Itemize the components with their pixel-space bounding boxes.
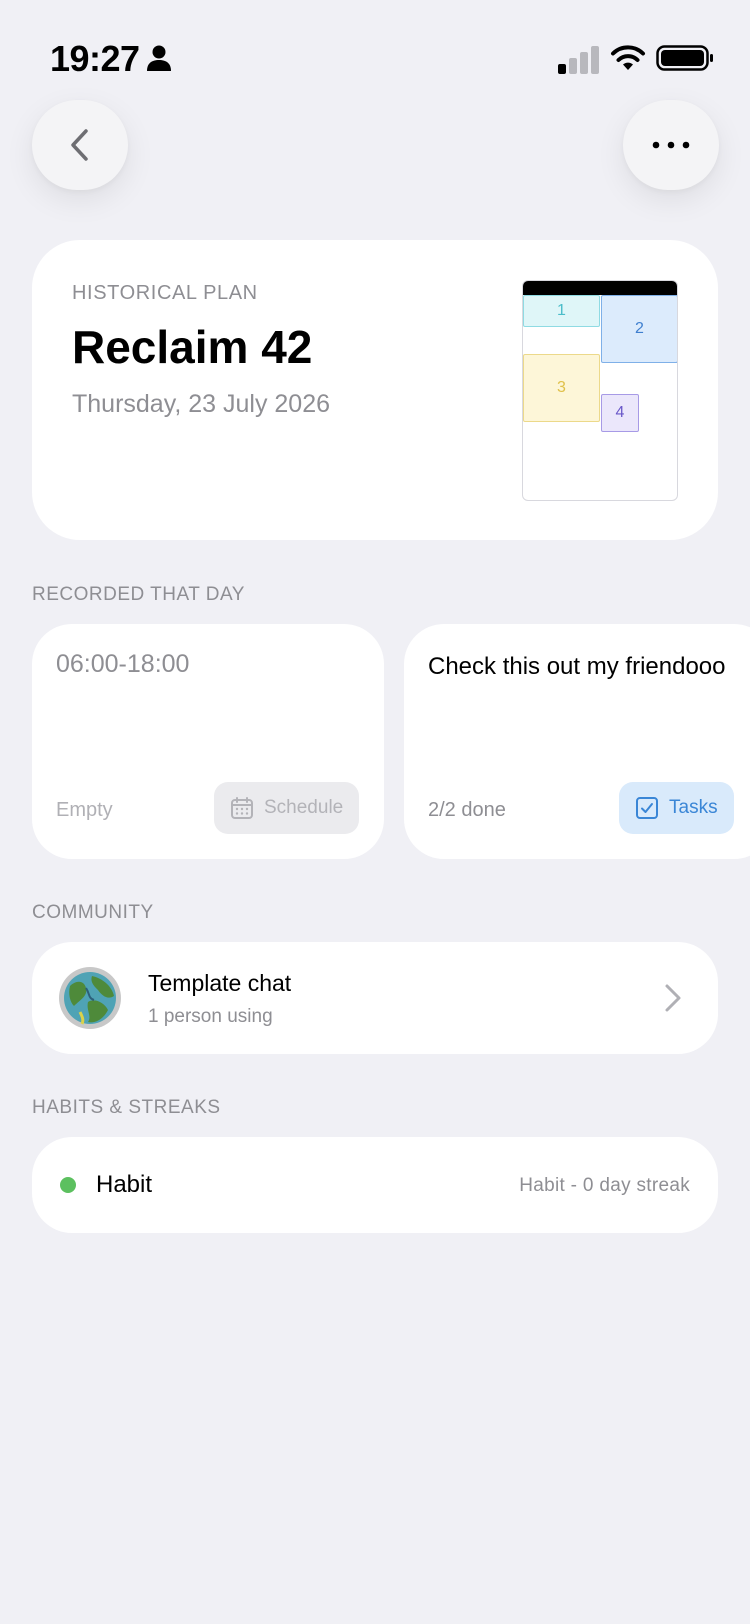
plan-block-2: 2 <box>601 295 677 363</box>
schedule-card[interactable]: 06:00-18:00 Empty Schedule <box>32 624 384 859</box>
tasks-note: Check this out my friendooo <box>428 653 726 680</box>
template-chat-row[interactable]: Template chat 1 person using <box>32 942 718 1054</box>
schedule-status: Empty <box>56 799 113 821</box>
plan-block-3: 3 <box>523 354 600 422</box>
section-label-community: COMMUNITY <box>32 902 154 923</box>
more-options-button[interactable] <box>623 100 719 190</box>
tasks-card[interactable]: Check this out my friendooo 2/2 done Tas… <box>404 624 750 859</box>
habit-status-dot <box>60 1177 76 1193</box>
chevron-left-icon <box>71 129 88 161</box>
habit-streak: Habit - 0 day streak <box>519 1175 690 1196</box>
plan-preview-thumbnail[interactable]: 1 2 3 4 <box>522 280 678 501</box>
plan-block-4: 4 <box>601 394 639 432</box>
battery-icon <box>656 45 713 71</box>
globe-avatar-icon <box>59 967 121 1029</box>
tasks-button-label: Tasks <box>669 797 718 818</box>
screen: 19:27 HISTORICAL PLAN Reclaim 42 Thursda… <box>0 0 750 1624</box>
section-label-habits: HABITS & STREAKS <box>32 1097 221 1118</box>
historical-plan-card: HISTORICAL PLAN Reclaim 42 Thursday, 23 … <box>32 240 718 540</box>
habit-name: Habit <box>96 1171 153 1198</box>
plan-date: Thursday, 23 July 2026 <box>72 390 331 418</box>
schedule-time-range: 06:00-18:00 <box>56 650 190 678</box>
plan-eyebrow: HISTORICAL PLAN <box>72 282 258 304</box>
back-button[interactable] <box>32 100 128 190</box>
tasks-button[interactable]: Tasks <box>619 782 734 834</box>
status-time: 19:27 <box>50 38 140 79</box>
habit-row[interactable]: Habit Habit - 0 day streak <box>32 1137 718 1233</box>
calendar-icon <box>231 797 253 819</box>
tasks-progress: 2/2 done <box>428 799 506 821</box>
wifi-icon <box>611 45 645 70</box>
chevron-right-icon <box>665 984 681 1012</box>
plan-preview-header <box>523 281 677 295</box>
section-label-recorded: RECORDED THAT DAY <box>32 584 245 605</box>
person-icon <box>147 45 171 71</box>
community-title: Template chat <box>148 970 292 996</box>
schedule-button[interactable]: Schedule <box>214 782 360 834</box>
plan-block-1: 1 <box>523 295 600 327</box>
schedule-button-label: Schedule <box>264 797 344 818</box>
plan-title: Reclaim 42 <box>72 321 313 373</box>
checkbox-icon <box>636 797 658 819</box>
ellipsis-icon <box>652 141 690 149</box>
community-subtitle: 1 person using <box>148 1006 273 1027</box>
signal-icon <box>558 46 599 74</box>
